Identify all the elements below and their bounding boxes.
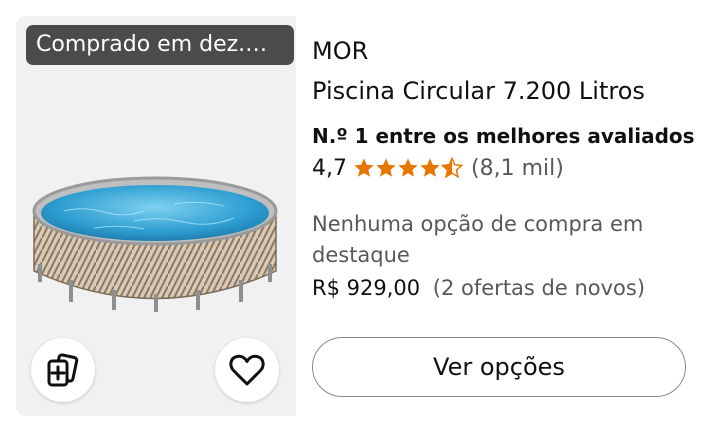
purchased-badge: Comprado em dez.… xyxy=(26,25,294,65)
heart-icon xyxy=(229,354,265,386)
star-rating xyxy=(353,157,463,179)
favorite-button[interactable] xyxy=(215,338,279,402)
price-row: R$ 929,00 (2 ofertas de novos) xyxy=(312,272,645,304)
product-title[interactable]: Piscina Circular 7.200 Litros xyxy=(312,74,645,108)
rating-row[interactable]: 4,7 (8,1 mil) xyxy=(312,153,564,183)
see-options-button[interactable]: Ver opções xyxy=(312,337,686,397)
star-icon xyxy=(376,158,396,177)
star-icon xyxy=(354,158,374,177)
product-image-panel[interactable]: Comprado em dez.… xyxy=(16,16,296,416)
compare-button[interactable] xyxy=(31,338,95,402)
rating-count: (8,1 mil) xyxy=(471,155,564,181)
no-featured-offer-text: Nenhuma opção de compra em destaque xyxy=(312,212,644,267)
star-icon xyxy=(420,158,440,177)
bestseller-label: N.º 1 entre os melhores avaliados xyxy=(312,124,695,148)
star-icon xyxy=(398,158,418,177)
compare-cards-icon xyxy=(47,353,79,387)
product-brand: MOR xyxy=(312,37,369,65)
pool-image[interactable] xyxy=(24,166,286,314)
product-card[interactable]: Comprado em dez.… MOR Piscina Circular 7… xyxy=(16,16,704,416)
offers-count: (2 ofertas de novos) xyxy=(432,276,646,300)
product-info: MOR Piscina Circular 7.200 Litros N.º 1 … xyxy=(312,16,704,416)
price: R$ 929,00 xyxy=(312,276,421,300)
rating-value: 4,7 xyxy=(312,155,347,181)
half-star-icon xyxy=(441,157,463,179)
